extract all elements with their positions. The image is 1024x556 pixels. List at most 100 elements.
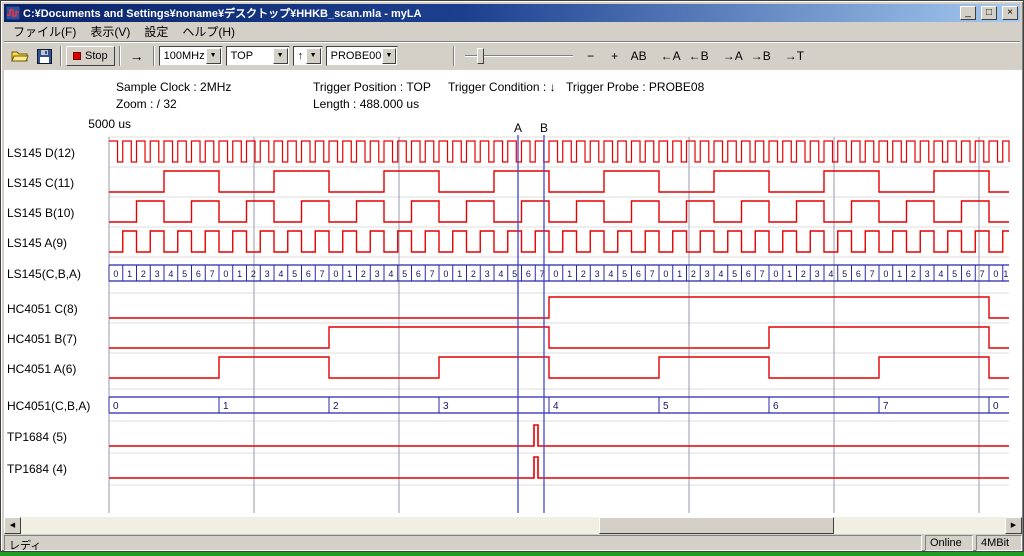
menu-item-file[interactable]: ファイル(F) (6, 22, 83, 41)
bus-value: 5 (952, 269, 957, 279)
channel-label-hc4051-c-b-a: HC4051(C,B,A) (7, 399, 90, 413)
bus-value: 1 (347, 269, 352, 279)
close-button[interactable]: × (1002, 6, 1018, 20)
waveform-hc4051-a-6 (109, 357, 1009, 378)
bus-value: 1 (223, 401, 229, 412)
stop-label: Stop (85, 50, 108, 62)
app-window: C:¥Documents and Settings¥noname¥デスクトップ¥… (0, 0, 1024, 552)
waveform-hc4051-c-8 (109, 297, 1009, 318)
bus-value: 3 (815, 269, 820, 279)
bus-value: 2 (251, 269, 256, 279)
chevron-down-icon[interactable]: ▼ (382, 48, 395, 64)
trigger-edge-select[interactable]: ↑ ▼ (293, 46, 323, 66)
zoom-slider[interactable] (465, 46, 573, 66)
horizontal-scrollbar[interactable]: ◀ ▶ (4, 517, 1022, 534)
bus-value: 0 (223, 269, 228, 279)
toolbar-separator (153, 46, 155, 66)
waveform-ls145-a-9 (109, 231, 1009, 252)
waveform-hc4051-b-7 (109, 327, 1009, 348)
channel-label-hc4051-a-6: HC4051 A(6) (7, 362, 76, 376)
bus-value: 4 (388, 269, 393, 279)
bus-value: 0 (113, 269, 118, 279)
status-ready: レディ (4, 535, 922, 551)
open-button[interactable] (8, 45, 32, 67)
menu-item-help[interactable]: ヘルプ(H) (175, 22, 242, 41)
zoom-out-button[interactable]: − (579, 46, 603, 66)
bus-value: 3 (925, 269, 930, 279)
bus-value: 0 (663, 269, 668, 279)
bus-value: 3 (443, 401, 449, 412)
prev-b-button[interactable]: ←B (685, 46, 713, 66)
scroll-left-icon[interactable]: ◀ (4, 517, 21, 534)
bus-value: 5 (732, 269, 737, 279)
bus-value: 3 (265, 269, 270, 279)
bus-value: 2 (141, 269, 146, 279)
bus-value: 2 (471, 269, 476, 279)
stop-icon (73, 52, 81, 60)
zoom-slider-thumb[interactable] (477, 48, 484, 64)
bus-value: 0 (333, 269, 338, 279)
bus-value: 7 (870, 269, 875, 279)
bus-value: 4 (498, 269, 503, 279)
bus-value: 2 (691, 269, 696, 279)
bus-value: 7 (320, 269, 325, 279)
menu-item-view[interactable]: 表示(V) (83, 22, 137, 41)
bus-value: 7 (430, 269, 435, 279)
toolbar-separator (453, 46, 455, 66)
next-a-button[interactable]: →A (719, 46, 747, 66)
probe-select[interactable]: PROBE00 ▼ (326, 46, 398, 66)
floppy-disk-icon (37, 49, 52, 64)
bus-value: 6 (306, 269, 311, 279)
stop-button[interactable]: Stop (66, 46, 115, 66)
bus-value: 4 (938, 269, 943, 279)
bus-value: 7 (760, 269, 765, 279)
bus-value: 4 (608, 269, 613, 279)
goto-trigger-button[interactable]: →T (781, 46, 808, 66)
bus-value: 1 (567, 269, 572, 279)
bus-value: 5 (182, 269, 187, 279)
save-button[interactable] (32, 45, 56, 67)
bus-value: 2 (333, 401, 339, 412)
bus-value: 2 (361, 269, 366, 279)
channel-label-hc4051-b-7: HC4051 B(7) (7, 332, 77, 346)
bus-value: 2 (801, 269, 806, 279)
bus-value: 5 (663, 401, 669, 412)
minimize-button[interactable]: _ (960, 6, 976, 20)
run-button[interactable]: → (125, 46, 149, 66)
bus-value: 5 (842, 269, 847, 279)
zoom-in-button[interactable]: + (603, 46, 627, 66)
menu-item-settings[interactable]: 設定 (137, 22, 175, 41)
bus-value: 1 (457, 269, 462, 279)
ab-cursor-button[interactable]: AB (627, 46, 651, 66)
bus-value: 3 (375, 269, 380, 279)
trigger-position-select[interactable]: TOP ▼ (226, 46, 290, 66)
bus-value: 1 (127, 269, 132, 279)
bus-value: 6 (526, 269, 531, 279)
toolbar: Stop → 100MHz ▼ TOP ▼ ↑ ▼ PROBE00 ▼ − + … (4, 41, 1020, 70)
chevron-down-icon[interactable]: ▼ (206, 48, 221, 64)
bus-value: 0 (113, 401, 119, 412)
bus-value: 2 (911, 269, 916, 279)
waveform-ls145-b-10 (109, 201, 1009, 222)
channel-label-hc4051-c-8: HC4051 C(8) (7, 302, 78, 316)
toolbar-separator (60, 46, 62, 66)
channel-label-ls145-c-b-a: LS145(C,B,A) (7, 267, 81, 281)
waveform-ls145-c-11 (109, 171, 1009, 192)
status-online: Online (925, 535, 973, 551)
maximize-button[interactable]: □ (981, 6, 997, 20)
chevron-down-icon[interactable]: ▼ (273, 48, 288, 64)
sample-clock-select[interactable]: 100MHz ▼ (159, 46, 223, 66)
next-b-button[interactable]: →B (747, 46, 775, 66)
cursor-a-label: A (514, 121, 522, 135)
scroll-right-icon[interactable]: ▶ (1005, 517, 1022, 534)
waveform-tp1684-5 (109, 425, 1009, 446)
window-title: C:¥Documents and Settings¥noname¥デスクトップ¥… (23, 5, 955, 21)
bus-value: 5 (402, 269, 407, 279)
waveform-canvas[interactable]: 5000 usLS145 D(12)LS145 C(11)LS145 B(10)… (4, 70, 1022, 517)
scrollbar-thumb[interactable] (599, 517, 834, 534)
scrollbar-track[interactable] (21, 517, 1005, 534)
chevron-down-icon[interactable]: ▼ (306, 48, 321, 64)
titlebar[interactable]: C:¥Documents and Settings¥noname¥デスクトップ¥… (4, 4, 1020, 22)
cursor-b-label: B (540, 121, 548, 135)
prev-a-button[interactable]: ←A (657, 46, 685, 66)
